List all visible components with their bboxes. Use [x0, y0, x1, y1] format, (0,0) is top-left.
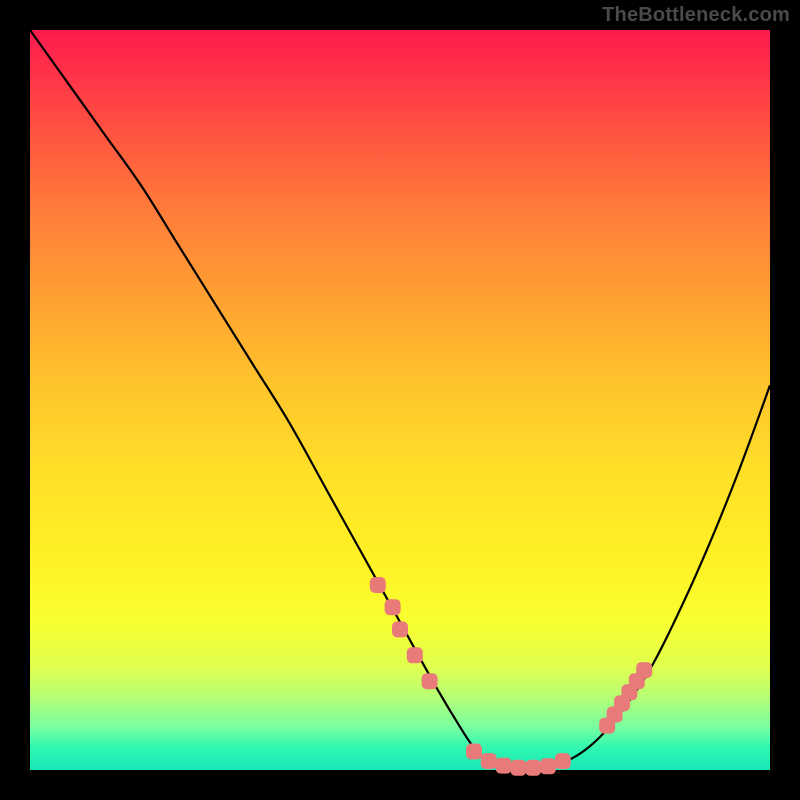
curve-marker: [385, 599, 401, 615]
curve-marker: [496, 758, 512, 774]
marker-group: [370, 577, 652, 776]
curve-marker: [422, 673, 438, 689]
curve-marker: [466, 744, 482, 760]
curve-marker: [481, 753, 497, 769]
curve-marker: [555, 753, 571, 769]
plot-area: [30, 30, 770, 770]
curve-marker: [525, 760, 541, 776]
chart-svg: [30, 30, 770, 770]
curve-marker: [540, 758, 556, 774]
curve-marker: [392, 621, 408, 637]
curve-marker: [407, 647, 423, 663]
curve-marker: [636, 662, 652, 678]
watermark-text: TheBottleneck.com: [602, 4, 790, 27]
curve-marker: [510, 760, 526, 776]
bottleneck-curve: [30, 30, 770, 768]
curve-marker: [370, 577, 386, 593]
